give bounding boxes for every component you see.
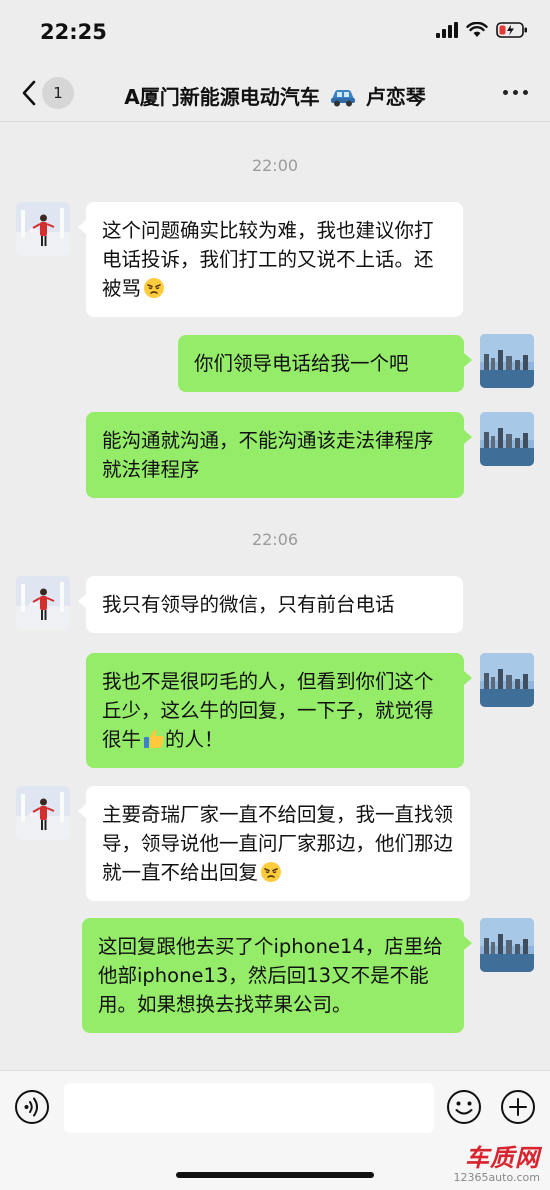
unread-count-badge[interactable]: 1 — [42, 77, 74, 109]
message-text: 的人！ — [165, 728, 224, 751]
chat-title: A厦门新能源电动汽车 卢恋琴 — [100, 81, 450, 110]
car-emoji-icon — [330, 90, 355, 107]
message-bubble-received[interactable]: 主要奇瑞厂家一直不给回复，我一直找领导，领导说他一直问厂家那边，他们那边就一直不… — [78, 786, 470, 901]
message-input[interactable] — [64, 1083, 434, 1133]
watermark-logo: 车质网 — [465, 1144, 540, 1172]
watermark: 车质网 12365auto.com — [453, 1138, 540, 1184]
message-text: 我只有领导的微信，只有前台电话 — [102, 593, 395, 616]
contact-avatar-image — [16, 202, 70, 256]
contact-avatar[interactable] — [16, 786, 70, 840]
message-bubble-sent[interactable]: 你们领导电话给我一个吧 — [178, 335, 472, 392]
wifi-icon — [466, 22, 488, 37]
my-avatar-image — [480, 412, 534, 466]
voice-input-icon[interactable] — [14, 1089, 50, 1125]
message-text: 这回复跟他去买了个iphone14，店里给他部iphone13，然后回13又不是… — [98, 935, 443, 1016]
status-bar: 22:25 — [0, 0, 550, 64]
contact-avatar-image — [16, 786, 70, 840]
message-bubble-sent[interactable]: 这回复跟他去买了个iphone14，店里给他部iphone13，然后回13又不是… — [82, 918, 472, 1033]
emoji-picker-icon[interactable] — [446, 1089, 482, 1125]
chat-title-group: A厦门新能源电动汽车 — [124, 85, 320, 109]
home-indicator — [176, 1172, 374, 1178]
message-timestamp: 22:00 — [251, 156, 299, 175]
contact-avatar[interactable] — [16, 576, 70, 630]
contact-avatar[interactable] — [16, 202, 70, 256]
my-avatar[interactable] — [480, 653, 534, 707]
signal-icon — [436, 22, 458, 38]
thumbs-up-emoji-icon — [144, 729, 164, 748]
my-avatar[interactable] — [480, 412, 534, 466]
my-avatar-image — [480, 918, 534, 972]
chat-title-name: 卢恋琴 — [365, 85, 426, 109]
back-arrow-icon[interactable] — [18, 78, 42, 108]
more-functions-icon[interactable] — [500, 1089, 536, 1125]
message-text: 能沟通就沟通，不能沟通该走法律程序就法律程序 — [102, 429, 434, 481]
my-avatar[interactable] — [480, 334, 534, 388]
message-bubble-sent[interactable]: 能沟通就沟通，不能沟通该走法律程序就法律程序 — [86, 412, 472, 498]
my-avatar-image — [480, 334, 534, 388]
more-options-icon[interactable] — [503, 90, 528, 95]
annoyed-face-emoji-icon — [144, 278, 165, 298]
message-bubble-sent[interactable]: 我也不是很叼毛的人，但看到你们这个丘少，这么牛的回复，一下子，就觉得很牛 的人！ — [86, 653, 472, 768]
my-avatar-image — [480, 653, 534, 707]
message-bubble-received[interactable]: 我只有领导的微信，只有前台电话 — [78, 576, 463, 633]
battery-charging-icon — [496, 22, 527, 38]
status-time: 22:25 — [40, 20, 107, 44]
status-icons — [436, 22, 528, 38]
my-avatar[interactable] — [480, 918, 534, 972]
message-bubble-received[interactable]: 这个问题确实比较为难，我也建议你打电话投诉，我们打工的又说不上话。还被骂 — [78, 202, 463, 317]
annoyed-face-emoji-icon — [261, 862, 282, 882]
watermark-url: 12365auto.com — [453, 1171, 540, 1184]
message-text: 你们领导电话给我一个吧 — [194, 352, 409, 375]
chat-header: 1 A厦门新能源电动汽车 卢恋琴 — [0, 64, 550, 122]
contact-avatar-image — [16, 576, 70, 630]
message-timestamp: 22:06 — [251, 530, 299, 549]
